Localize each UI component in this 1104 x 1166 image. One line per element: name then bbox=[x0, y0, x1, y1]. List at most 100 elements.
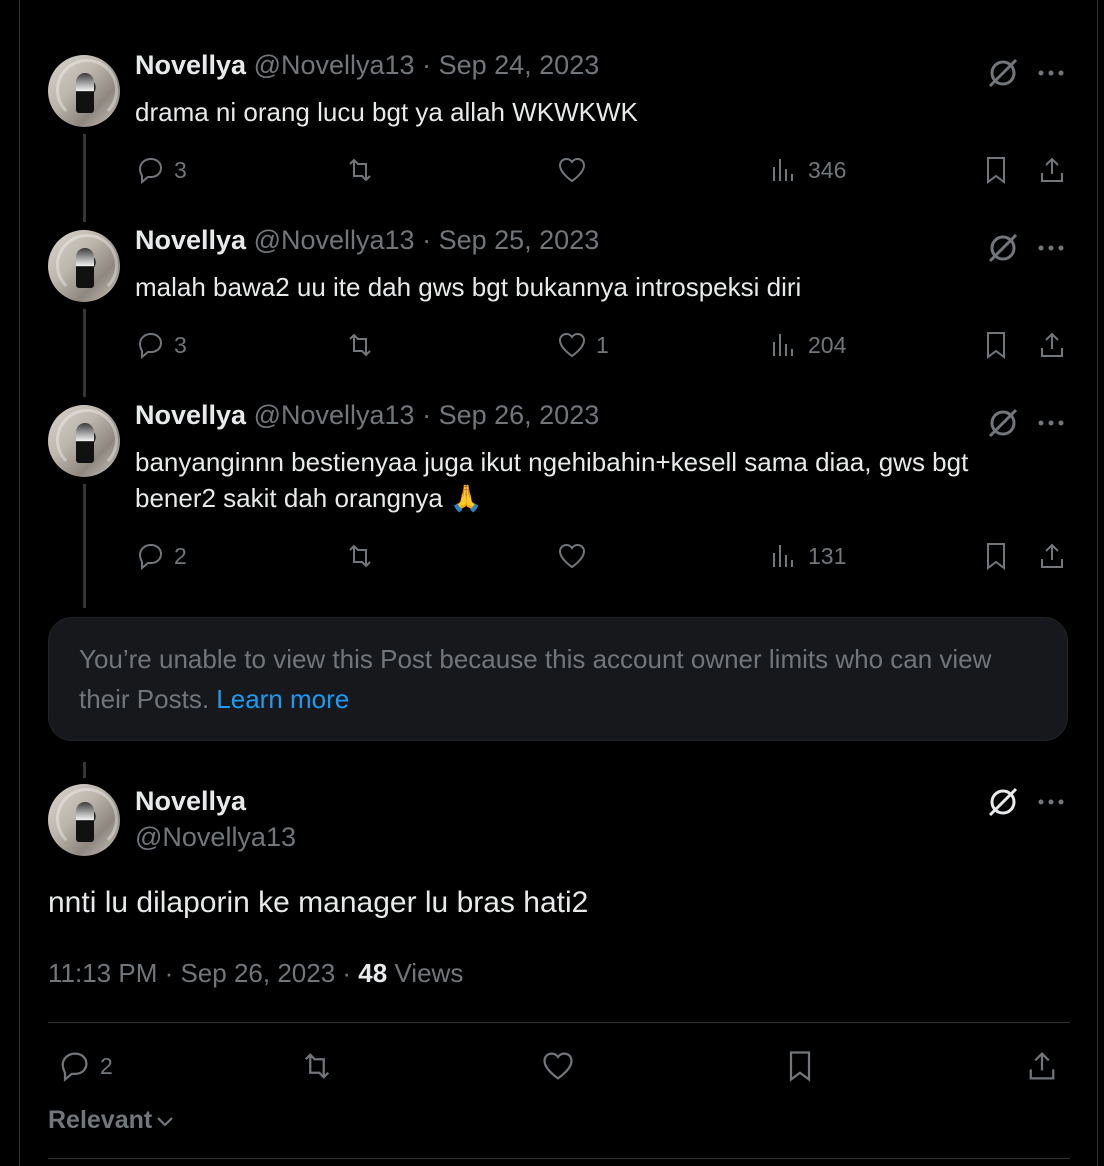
tweet-date[interactable]: · Sep 26, 2023 bbox=[422, 400, 599, 430]
bookmark-icon bbox=[987, 332, 1005, 359]
heart-icon bbox=[558, 543, 586, 569]
sort-replies-dropdown[interactable]: Relevant bbox=[48, 1106, 176, 1135]
tweet-header: Novellya @Novellya13 · Sep 25, 2023 bbox=[135, 223, 599, 257]
views-button[interactable]: 131 bbox=[768, 540, 846, 572]
views-label: Views bbox=[394, 958, 464, 988]
author-name[interactable]: Novellya bbox=[135, 225, 246, 255]
thread-connector bbox=[83, 134, 86, 222]
post-timestamp[interactable]: 11:13 PM · Sep 26, 2023 · bbox=[48, 958, 351, 988]
heart-icon bbox=[543, 1052, 573, 1080]
bookmark-button[interactable] bbox=[980, 154, 1012, 186]
grok-icon[interactable] bbox=[986, 231, 1020, 265]
more-icon[interactable] bbox=[1036, 787, 1066, 817]
share-button[interactable] bbox=[1036, 154, 1068, 186]
retweet-button[interactable] bbox=[344, 540, 384, 572]
reply-count: 2 bbox=[100, 1052, 113, 1079]
views-count: 48 bbox=[358, 958, 388, 988]
divider bbox=[48, 1158, 1070, 1159]
like-button[interactable] bbox=[556, 154, 596, 186]
tweet-header: Novellya @Novellya13 · Sep 26, 2023 bbox=[135, 398, 599, 432]
avatar[interactable] bbox=[48, 784, 120, 856]
thread-connector bbox=[83, 762, 86, 778]
like-button[interactable]: 1 bbox=[556, 329, 609, 361]
views-count: 204 bbox=[808, 331, 847, 358]
tweet-date[interactable]: · Sep 25, 2023 bbox=[422, 225, 599, 255]
tweet-date[interactable]: · Sep 24, 2023 bbox=[422, 50, 599, 80]
author-name[interactable]: Novellya bbox=[135, 50, 246, 80]
share-icon bbox=[1041, 332, 1063, 357]
column-border-left bbox=[19, 0, 20, 1166]
column-border-right bbox=[1097, 0, 1098, 1166]
heart-icon bbox=[558, 332, 586, 358]
retweet-icon bbox=[349, 158, 371, 182]
share-icon bbox=[1041, 157, 1063, 182]
retweet-icon bbox=[349, 333, 371, 357]
author-handle[interactable]: @Novellya13 bbox=[135, 820, 296, 854]
reply-button[interactable]: 3 bbox=[134, 154, 187, 186]
post-text: nnti lu dilaporin ke manager lu bras hat… bbox=[48, 886, 589, 919]
thread-connector bbox=[83, 484, 86, 608]
thread-connector bbox=[83, 309, 86, 397]
views-icon bbox=[773, 334, 793, 356]
avatar[interactable] bbox=[48, 405, 120, 477]
tweet-text: drama ni orang lucu bgt ya allah WKWKWK bbox=[135, 97, 638, 127]
reply-button[interactable]: 2 bbox=[134, 540, 187, 572]
avatar[interactable] bbox=[48, 230, 120, 302]
views-icon bbox=[773, 159, 793, 181]
reply-count: 3 bbox=[174, 156, 187, 183]
thread-tweet-2[interactable]: Novellya @Novellya13 · Sep 25, 2023 mala… bbox=[48, 223, 1070, 397]
reply-button[interactable]: 3 bbox=[134, 329, 187, 361]
thread-tweet-1[interactable]: Novellya @Novellya13 · Sep 24, 2023 dram… bbox=[48, 48, 1070, 222]
share-button[interactable] bbox=[1036, 329, 1068, 361]
grok-icon[interactable] bbox=[986, 406, 1020, 440]
author-handle[interactable]: @Novellya13 bbox=[254, 225, 415, 255]
author-handle[interactable]: @Novellya13 bbox=[254, 400, 415, 430]
retweet-icon bbox=[349, 544, 371, 568]
reply-icon bbox=[138, 543, 163, 571]
like-count: 1 bbox=[596, 331, 609, 358]
tweet-text: banyanginnn bestienyaa juga ikut ngehiba… bbox=[135, 447, 969, 513]
reply-count: 3 bbox=[174, 331, 187, 358]
author-handle[interactable]: @Novellya13 bbox=[254, 50, 415, 80]
bookmark-button[interactable] bbox=[980, 540, 1012, 572]
restricted-post-notice: You’re unable to view this Post because … bbox=[48, 617, 1068, 741]
reply-icon bbox=[138, 157, 163, 185]
share-icon bbox=[1029, 1052, 1055, 1080]
retweet-button[interactable] bbox=[344, 154, 384, 186]
retweet-icon bbox=[304, 1053, 330, 1079]
views-count: 346 bbox=[808, 156, 847, 183]
learn-more-link[interactable]: Learn more bbox=[216, 684, 349, 714]
thread-tweet-3[interactable]: Novellya @Novellya13 · Sep 26, 2023 bany… bbox=[48, 398, 1070, 610]
share-icon bbox=[1041, 543, 1063, 568]
views-count: 131 bbox=[808, 542, 847, 569]
notice-text-block: You’re unable to view this Post because … bbox=[79, 639, 1039, 719]
grok-icon[interactable] bbox=[986, 56, 1020, 90]
chevron-down-icon bbox=[157, 1116, 173, 1127]
author-name[interactable]: Novellya bbox=[135, 400, 246, 430]
like-button[interactable] bbox=[540, 1048, 576, 1084]
share-button[interactable] bbox=[1024, 1048, 1060, 1084]
views-button[interactable]: 346 bbox=[768, 154, 846, 186]
reply-icon bbox=[138, 332, 163, 360]
more-icon[interactable] bbox=[1036, 408, 1066, 438]
reply-button[interactable]: 2 bbox=[56, 1048, 113, 1084]
avatar[interactable] bbox=[48, 55, 120, 127]
retweet-button[interactable] bbox=[344, 329, 384, 361]
tweet-text: malah bawa2 uu ite dah gws bgt bukannya … bbox=[135, 272, 802, 302]
bookmark-button[interactable] bbox=[980, 329, 1012, 361]
author-name[interactable]: Novellya bbox=[135, 784, 246, 818]
like-button[interactable] bbox=[556, 540, 596, 572]
sort-label: Relevant bbox=[48, 1106, 153, 1134]
retweet-button[interactable] bbox=[298, 1048, 336, 1084]
views-button[interactable]: 204 bbox=[768, 329, 846, 361]
share-button[interactable] bbox=[1036, 540, 1068, 572]
bookmark-button[interactable] bbox=[782, 1048, 818, 1084]
bookmark-icon bbox=[789, 1051, 811, 1082]
grok-icon[interactable] bbox=[986, 785, 1020, 819]
more-icon[interactable] bbox=[1036, 58, 1066, 88]
post-meta: 11:13 PM · Sep 26, 2023 · 48 Views bbox=[48, 955, 463, 991]
divider bbox=[48, 1022, 1070, 1023]
heart-icon bbox=[558, 157, 586, 183]
bookmark-icon bbox=[987, 157, 1005, 184]
more-icon[interactable] bbox=[1036, 233, 1066, 263]
